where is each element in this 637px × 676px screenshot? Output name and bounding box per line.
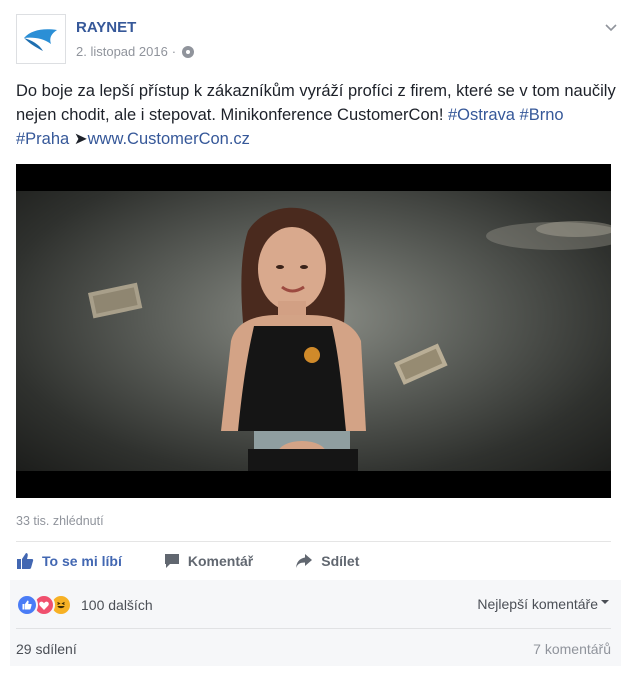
video-player[interactable] [16, 164, 611, 498]
share-button[interactable]: Sdílet [295, 553, 359, 569]
post-actions: To se mi líbí Komentář Sdílet [16, 544, 611, 578]
arrow-glyph: ➤ [69, 130, 88, 148]
page-name-link[interactable]: RAYNET [76, 19, 136, 36]
hashtag-praha[interactable]: #Praha [16, 130, 69, 148]
hashtag-brno[interactable]: #Brno [520, 106, 564, 124]
share-arrow-icon [296, 554, 313, 568]
raynet-logo-icon [24, 29, 57, 51]
share-label: Sdílet [321, 553, 360, 569]
divider [16, 541, 611, 542]
comment-sort-dropdown[interactable]: Nejlepší komentáře [477, 596, 609, 612]
facebook-post: RAYNET 2. listopad 2016 · Do boje za lep… [0, 0, 637, 676]
page-avatar[interactable] [16, 14, 66, 64]
video-views: 33 tis. zhlédnutí [16, 514, 104, 528]
comment-button[interactable]: Komentář [164, 553, 253, 569]
comment-label: Komentář [187, 553, 254, 569]
post-date[interactable]: 2. listopad 2016 [76, 44, 168, 59]
comment-icon [164, 554, 179, 568]
comment-sort-label: Nejlepší komentáře [477, 596, 598, 612]
caret-down-icon [601, 600, 609, 604]
reactions-count[interactable]: 100 dalších [81, 597, 153, 613]
like-button[interactable]: To se mi líbí [16, 552, 122, 570]
thumbs-up-icon [17, 553, 34, 569]
globe-icon [182, 45, 195, 58]
post-options-chevron-icon[interactable] [603, 20, 619, 36]
like-label: To se mi líbí [42, 553, 122, 569]
like-reaction-icon [16, 594, 38, 616]
post-header: RAYNET 2. listopad 2016 · [16, 14, 621, 68]
video-thumbnail [16, 191, 611, 471]
post-message: Do boje za lepší přístup k zákazníkům vy… [16, 79, 620, 151]
comments-count[interactable]: 7 komentářů [533, 641, 611, 657]
customercon-link[interactable]: www.CustomerCon.cz [88, 130, 250, 148]
video-scene-illustration [88, 207, 611, 471]
hashtag-ostrava[interactable]: #Ostrava [448, 106, 515, 124]
shares-count[interactable]: 29 sdílení [16, 641, 77, 657]
divider [16, 628, 611, 629]
reactions-summary[interactable]: 100 dalších [16, 594, 153, 616]
post-meta: 2. listopad 2016 · [76, 44, 195, 59]
feedback-box: 100 dalších Nejlepší komentáře 29 sdílen… [10, 580, 621, 666]
meta-separator: · [171, 44, 177, 59]
